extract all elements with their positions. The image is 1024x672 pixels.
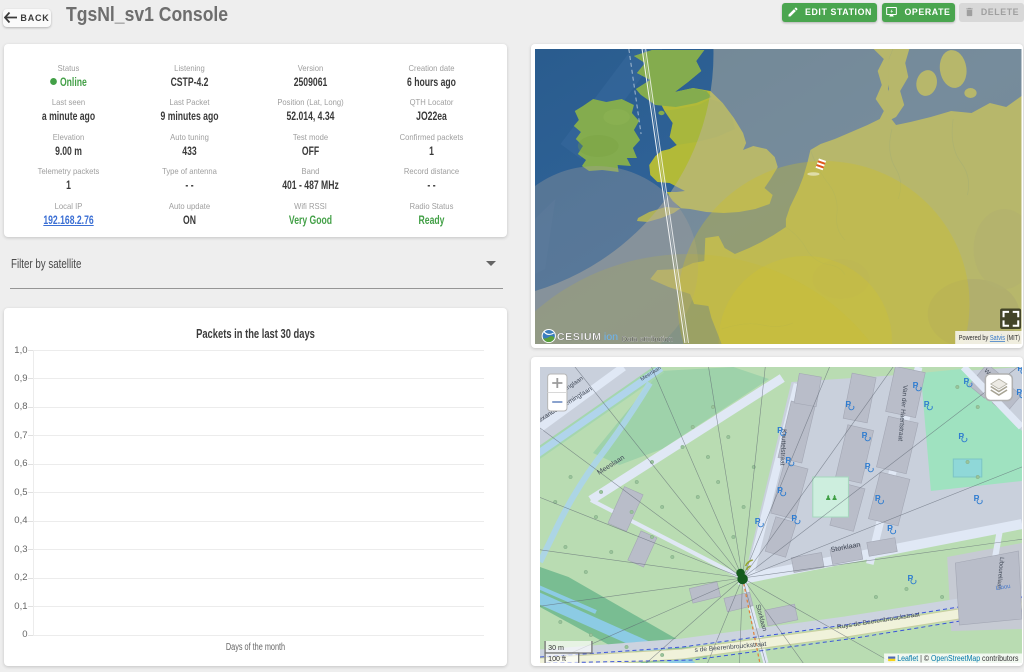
svg-text:♟♟: ♟♟	[825, 494, 838, 502]
svg-text:P: P	[1016, 387, 1022, 397]
svg-text:100 ft: 100 ft	[548, 656, 566, 663]
svg-text:ion: ion	[604, 331, 618, 343]
svg-text:Leaflet | © OpenStreetMap cont: Leaflet | © OpenStreetMap contributors	[897, 654, 1018, 663]
svg-text:CESIUM: CESIUM	[557, 331, 602, 343]
svg-text:Data attribution: Data attribution	[622, 334, 673, 343]
svg-text:30 m: 30 m	[548, 645, 564, 652]
svg-text:Powered by Satvis (MIT): Powered by Satvis (MIT)	[959, 333, 1021, 342]
